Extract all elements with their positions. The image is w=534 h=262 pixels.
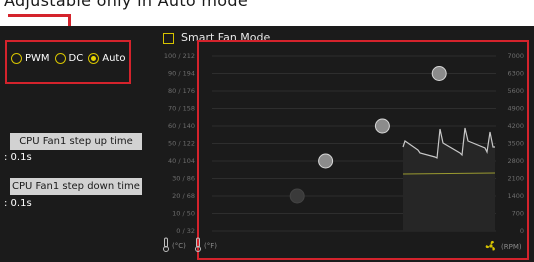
temp-tick-label: 100 / 212 xyxy=(164,52,195,60)
temp-tick-label: 0 / 32 xyxy=(176,227,195,235)
temp-tick-label: 50 / 122 xyxy=(168,140,195,148)
rpm-tick-label: 7000 xyxy=(507,52,524,60)
temp-tick-label: 20 / 68 xyxy=(172,192,195,200)
thermometer-c-icon xyxy=(163,237,169,252)
temp-tick-label: 70 / 158 xyxy=(168,105,195,113)
rpm-tick-label: 4200 xyxy=(507,122,524,130)
rpm-tick-label: 700 xyxy=(512,210,524,218)
curve-point-2[interactable] xyxy=(318,153,334,169)
thermometer-f-icon xyxy=(195,237,201,252)
rpm-tick-label: 5600 xyxy=(507,87,524,95)
rpm-unit: (RPM) xyxy=(501,243,522,251)
rpm-tick-label: 4900 xyxy=(507,105,524,113)
fan-curve-graph[interactable]: 100 / 212 700090 / 194 630080 / 176 560070 … xyxy=(0,0,534,262)
curve-point-1[interactable] xyxy=(289,188,305,204)
fan-icon xyxy=(485,240,495,251)
rpm-tick-label: 0 xyxy=(520,227,524,235)
rpm-tick-label: 3500 xyxy=(507,140,524,148)
rpm-tick-label: 2800 xyxy=(507,157,524,165)
temp-unit-f: (°F) xyxy=(204,242,217,250)
temp-tick-label: 90 / 194 xyxy=(168,70,195,78)
curve-point-3[interactable] xyxy=(374,118,390,134)
rpm-tick-label: 2100 xyxy=(507,175,524,183)
temp-tick-label: 60 / 140 xyxy=(168,122,195,130)
temp-tick-label: 30 / 86 xyxy=(172,175,195,183)
temp-tick-label: 40 / 104 xyxy=(168,157,195,165)
temp-tick-label: 80 / 176 xyxy=(168,87,195,95)
curve-point-4[interactable] xyxy=(431,66,447,81)
temp-tick-label: 10 / 50 xyxy=(172,210,195,218)
rpm-tick-label: 1400 xyxy=(507,192,524,200)
temp-unit-c: (°C) xyxy=(172,242,186,250)
rpm-tick-label: 6300 xyxy=(507,70,524,78)
